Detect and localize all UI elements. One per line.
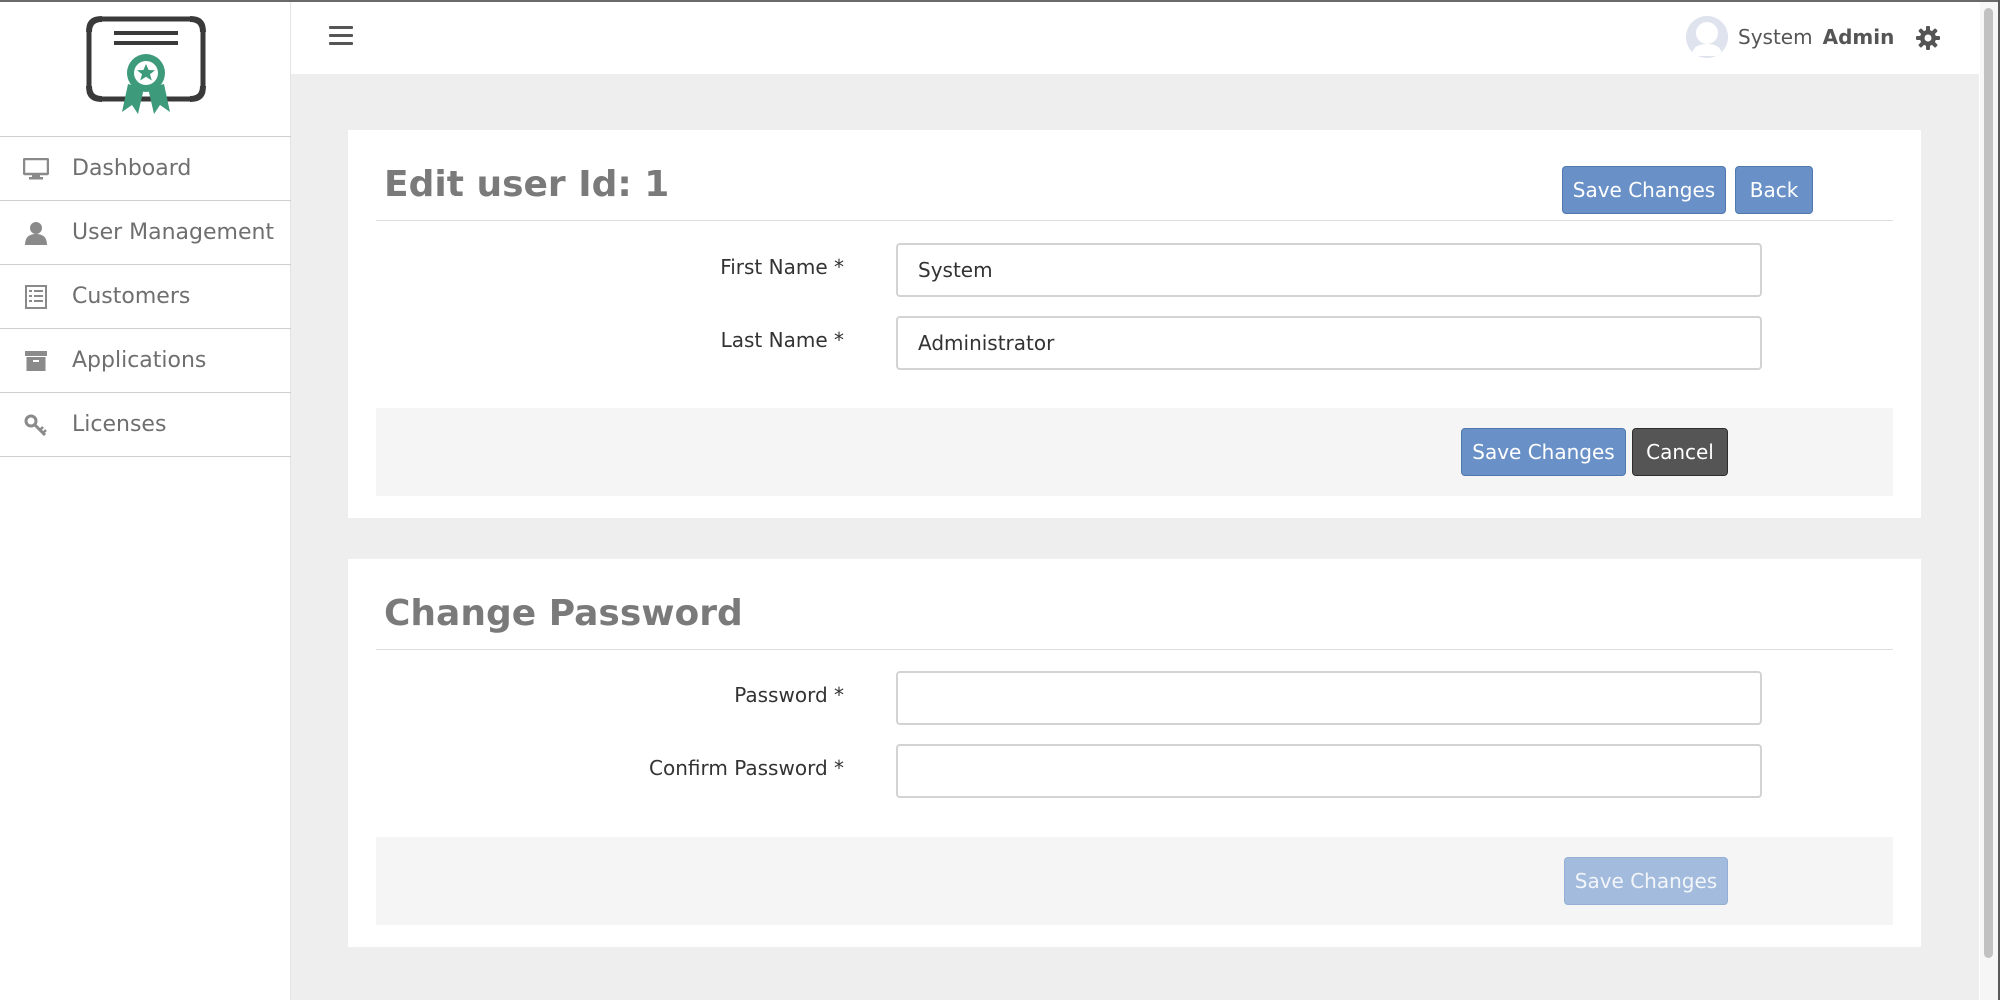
page-title: Edit user Id: 1 [384,164,670,205]
sidebar-item-label: Applications [72,348,207,373]
scrollbar-thumb[interactable] [1984,8,1993,958]
last-name-input[interactable] [896,316,1762,370]
password-row: Password * [376,671,1893,725]
avatar [1686,16,1728,58]
user-menu[interactable]: System Admin [1686,16,1894,58]
first-name-input[interactable] [896,243,1762,297]
back-button[interactable]: Back [1735,166,1813,214]
gear-icon[interactable] [1916,26,1940,50]
confirm-password-input[interactable] [896,744,1762,798]
sidebar-item-label: Dashboard [72,156,192,181]
first-name-label: First Name * [720,255,844,279]
form-footer: Save Changes Cancel [376,408,1893,496]
menu-toggle-icon[interactable] [329,26,353,46]
password-save-changes-button[interactable]: Save Changes [1564,857,1728,905]
edit-user-panel: Edit user Id: 1 Save Changes Back First … [348,130,1921,518]
first-name-row: First Name * [376,243,1893,297]
user-first-name: System [1738,25,1813,49]
save-changes-button[interactable]: Save Changes [1562,166,1726,214]
sidebar-item-label: Licenses [72,412,167,437]
cancel-button[interactable]: Cancel [1632,428,1728,476]
password-form-footer: Save Changes [376,837,1893,925]
confirm-password-row: Confirm Password * [376,744,1893,798]
main-content: System Admin Edit user Id: 1 Save Change… [291,2,1979,1000]
archive-icon [0,350,72,371]
sidebar-item-licenses[interactable]: Licenses [0,393,291,457]
monitor-icon [0,157,72,180]
certificate-logo-icon [86,16,206,118]
divider [376,649,1893,650]
sidebar-nav: Dashboard User Management Customers Appl… [0,136,291,457]
user-icon [0,221,72,245]
list-icon [0,284,72,309]
user-last-name: Admin [1822,25,1895,49]
password-label: Password * [734,683,844,707]
sidebar-item-label: Customers [72,284,191,309]
sidebar-item-label: User Management [72,220,275,245]
vertical-scrollbar[interactable] [1980,2,1998,1000]
last-name-label: Last Name * [720,328,844,352]
last-name-row: Last Name * [376,316,1893,370]
divider [376,220,1893,221]
key-icon [0,414,72,436]
top-bar: System Admin [291,2,1979,74]
password-input[interactable] [896,671,1762,725]
sidebar-item-applications[interactable]: Applications [0,329,291,393]
section-title: Change Password [384,593,743,634]
sidebar-item-customers[interactable]: Customers [0,265,291,329]
sidebar-item-user-management[interactable]: User Management [0,201,291,265]
confirm-password-label: Confirm Password * [649,756,844,780]
footer-save-changes-button[interactable]: Save Changes [1461,428,1626,476]
sidebar: Dashboard User Management Customers Appl… [0,2,291,1000]
change-password-panel: Change Password Password * Confirm Passw… [348,559,1921,947]
sidebar-item-dashboard[interactable]: Dashboard [0,137,291,201]
